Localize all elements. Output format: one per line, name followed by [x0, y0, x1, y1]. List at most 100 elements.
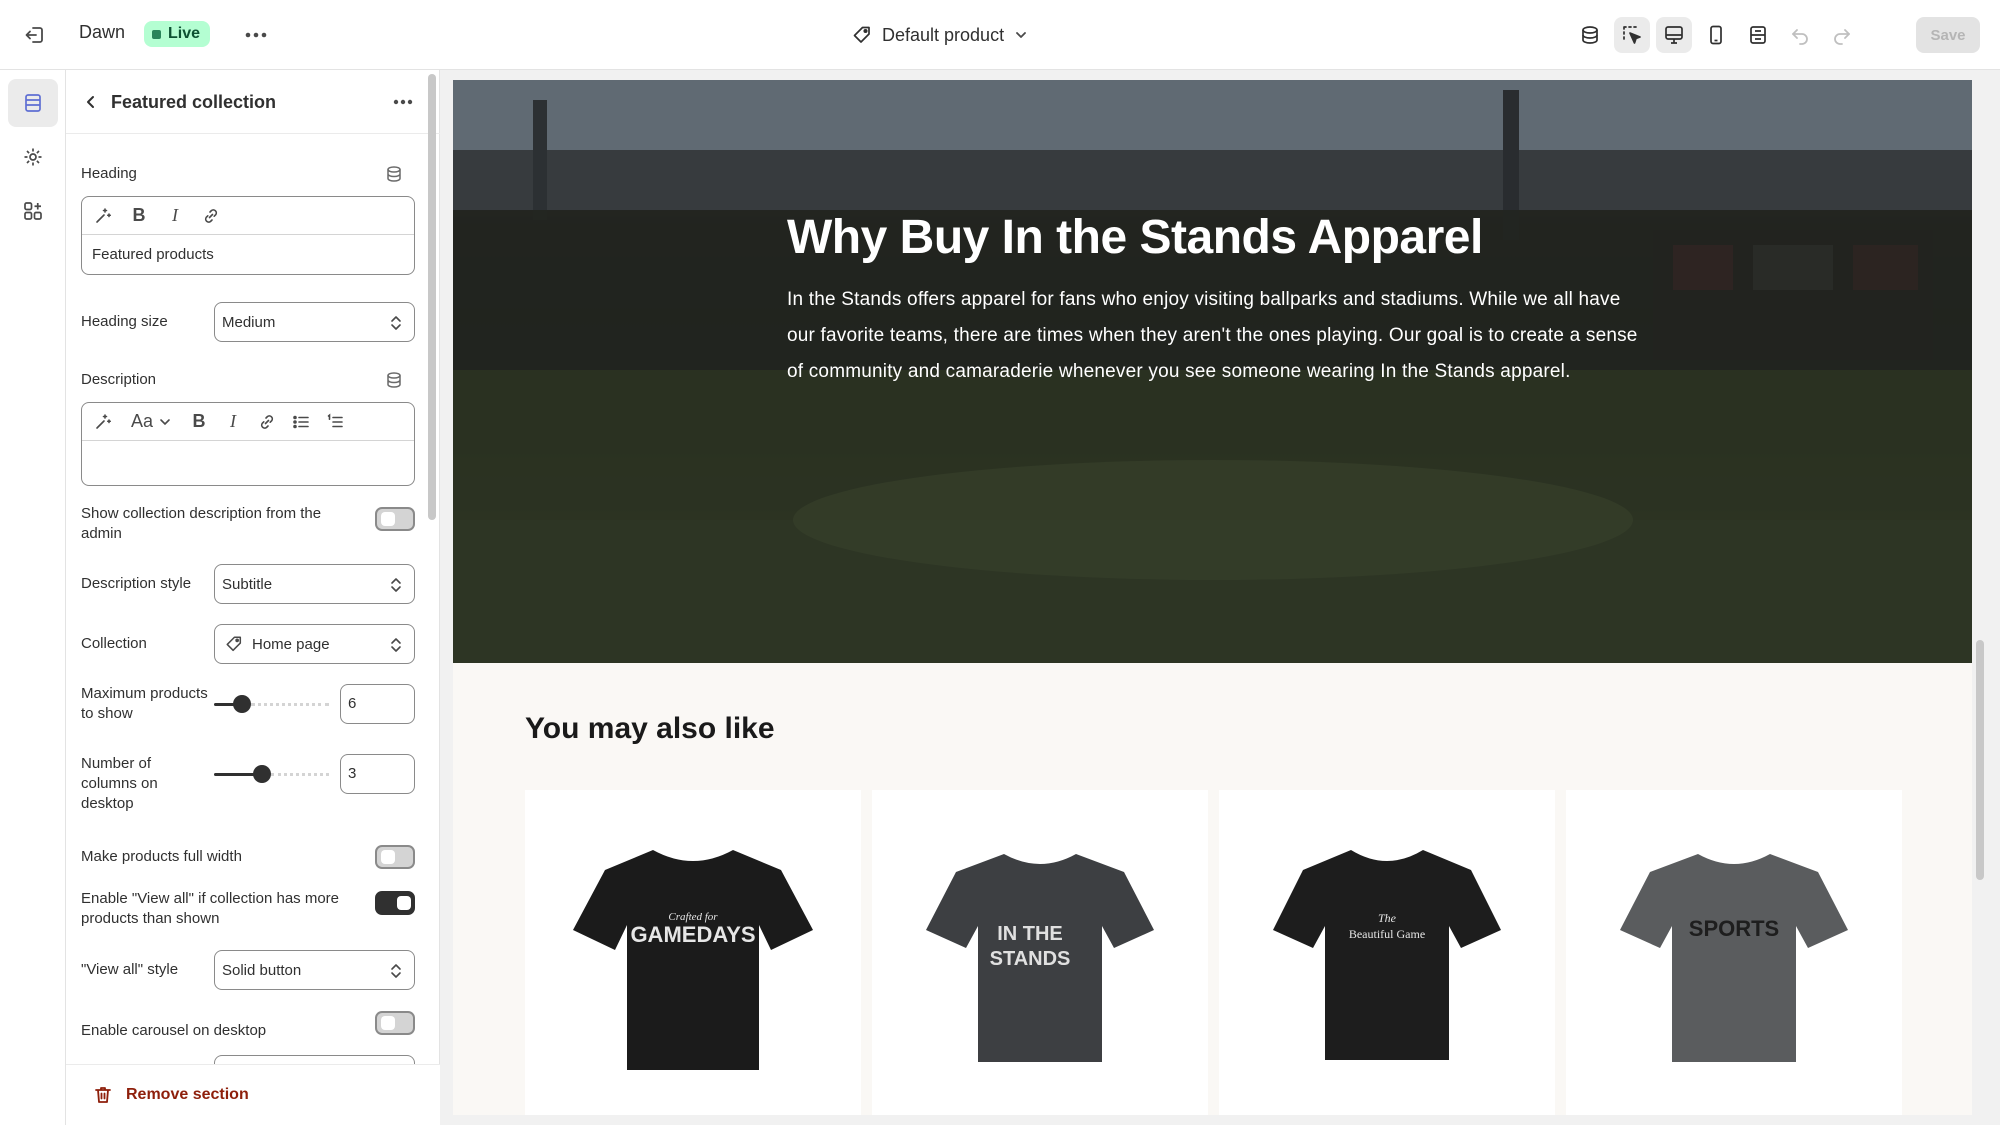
- max-products-slider[interactable]: [214, 694, 329, 714]
- full-width-toggle[interactable]: [375, 845, 415, 869]
- chevron-down-icon: [160, 418, 170, 425]
- product-card[interactable]: The Beautiful Game: [1219, 790, 1555, 1115]
- description-style-label: Description style: [81, 575, 192, 592]
- columns-slider[interactable]: [214, 764, 329, 784]
- numbered-list-icon[interactable]: [324, 411, 346, 433]
- undo-button[interactable]: [1782, 17, 1818, 53]
- panel-scrollbar[interactable]: [428, 74, 436, 520]
- exit-icon: [25, 27, 43, 43]
- max-products-input[interactable]: 6: [340, 684, 415, 724]
- heading-input[interactable]: Featured products: [82, 235, 414, 274]
- bold-icon[interactable]: B: [128, 205, 150, 227]
- select-chevron-icon: [391, 578, 401, 592]
- heading-label: Heading: [81, 165, 137, 182]
- desktop-view-button[interactable]: [1656, 17, 1692, 53]
- more-horizontal-icon: [393, 99, 413, 105]
- shirt-print-line-1: IN THE: [997, 923, 1063, 945]
- database-icon: [1582, 26, 1598, 44]
- link-icon[interactable]: [200, 205, 222, 227]
- product-card[interactable]: Crafted for GAMEDAYS: [525, 790, 861, 1115]
- magic-icon[interactable]: [92, 411, 114, 433]
- full-width-label: Make products full width: [81, 848, 242, 865]
- chevron-down-icon: [1016, 32, 1026, 38]
- preview-scrollbar[interactable]: [1976, 640, 1984, 880]
- fullscreen-view-button[interactable]: [1740, 17, 1776, 53]
- tshirt-image: The Beautiful Game: [1273, 850, 1501, 1060]
- remove-section-label: Remove section: [126, 1086, 249, 1103]
- undo-icon: [1792, 29, 1808, 45]
- tshirt-image: Crafted for GAMEDAYS: [573, 850, 813, 1070]
- exit-button[interactable]: [18, 18, 52, 52]
- slider-thumb[interactable]: [253, 765, 271, 783]
- slider-thumb[interactable]: [233, 695, 251, 713]
- mobile-icon: [1710, 25, 1722, 45]
- sections-tab[interactable]: [8, 79, 58, 127]
- redo-button[interactable]: [1824, 17, 1860, 53]
- view-all-toggle[interactable]: [375, 891, 415, 915]
- shirt-print-line-2: GAMEDAYS: [630, 922, 755, 947]
- theme-settings-tab[interactable]: [8, 133, 58, 181]
- live-dot-icon: [152, 29, 161, 39]
- hero-banner[interactable]: Why Buy In the Stands Apparel In the Sta…: [453, 80, 1972, 663]
- live-badge-label: Live: [168, 25, 201, 42]
- columns-input[interactable]: 3: [340, 754, 415, 794]
- remove-section-button[interactable]: Remove section: [66, 1064, 440, 1125]
- template-selector[interactable]: Default product: [852, 21, 1028, 49]
- theme-name: Dawn: [79, 22, 126, 42]
- section-actions-button[interactable]: [388, 88, 418, 116]
- dynamic-source-icon[interactable]: [385, 371, 403, 389]
- mobile-view-button[interactable]: [1698, 17, 1734, 53]
- select-chevron-icon: [391, 964, 401, 978]
- text-format-dropdown[interactable]: Aa: [126, 411, 176, 433]
- fullscreen-icon: [1750, 26, 1766, 44]
- show-description-toggle[interactable]: [375, 507, 415, 531]
- columns-label: Number of columns on desktop: [81, 755, 158, 812]
- heading-size-value: Medium: [222, 313, 276, 331]
- magic-icon[interactable]: [92, 205, 114, 227]
- description-editor[interactable]: Aa B I: [81, 402, 415, 486]
- toggle-knob: [397, 896, 411, 910]
- dynamic-source-icon[interactable]: [385, 165, 403, 183]
- italic-icon[interactable]: I: [164, 205, 186, 227]
- panel-title: Featured collection: [111, 92, 277, 112]
- link-icon[interactable]: [256, 411, 278, 433]
- toolbar-icons: [1572, 17, 1860, 53]
- carousel-toggle[interactable]: [375, 1011, 415, 1035]
- product-card[interactable]: SPORTS: [1566, 790, 1902, 1115]
- app-embeds-tab[interactable]: [8, 187, 58, 235]
- tshirt-image: IN THE STANDS: [926, 854, 1154, 1062]
- select-chevron-icon: [391, 316, 401, 330]
- back-button[interactable]: [76, 87, 106, 117]
- shirt-print-line-1: SPORTS: [1689, 916, 1779, 941]
- redo-icon: [1834, 29, 1850, 45]
- bold-icon[interactable]: B: [188, 411, 210, 433]
- hero-text: In the Stands offers apparel for fans wh…: [787, 289, 1638, 382]
- collection-label: Collection: [81, 635, 147, 652]
- heading-size-label: Heading size: [81, 313, 168, 330]
- more-horizontal-icon: [245, 32, 267, 38]
- view-all-style-select[interactable]: Solid button: [214, 950, 415, 990]
- collection-picker[interactable]: Home page: [214, 624, 415, 664]
- collection-value: Home page: [252, 635, 330, 653]
- toggle-knob: [381, 850, 395, 864]
- inspector-button[interactable]: [1614, 17, 1650, 53]
- save-button[interactable]: Save: [1916, 17, 1980, 53]
- trash-icon: [95, 1087, 111, 1103]
- heading-editor[interactable]: B I Featured products: [81, 196, 415, 275]
- template-selector-label: Default product: [882, 24, 1005, 45]
- chevron-left-icon: [87, 96, 94, 108]
- toggle-knob: [381, 512, 395, 526]
- select-chevron-icon: [391, 638, 401, 652]
- panel-header: Featured collection: [66, 70, 440, 134]
- product-card[interactable]: IN THE STANDS: [872, 790, 1208, 1115]
- description-style-select[interactable]: Subtitle: [214, 564, 415, 604]
- apps-embed-button[interactable]: [1572, 17, 1608, 53]
- italic-icon[interactable]: I: [222, 411, 244, 433]
- heading-size-select[interactable]: Medium: [214, 302, 415, 342]
- tshirt-image: SPORTS: [1620, 854, 1848, 1062]
- sections-icon: [25, 94, 41, 112]
- theme-actions-button[interactable]: [240, 20, 272, 50]
- bullet-list-icon[interactable]: [290, 411, 312, 433]
- description-label: Description: [81, 371, 157, 388]
- heading-editor-toolbar: B I: [82, 197, 414, 235]
